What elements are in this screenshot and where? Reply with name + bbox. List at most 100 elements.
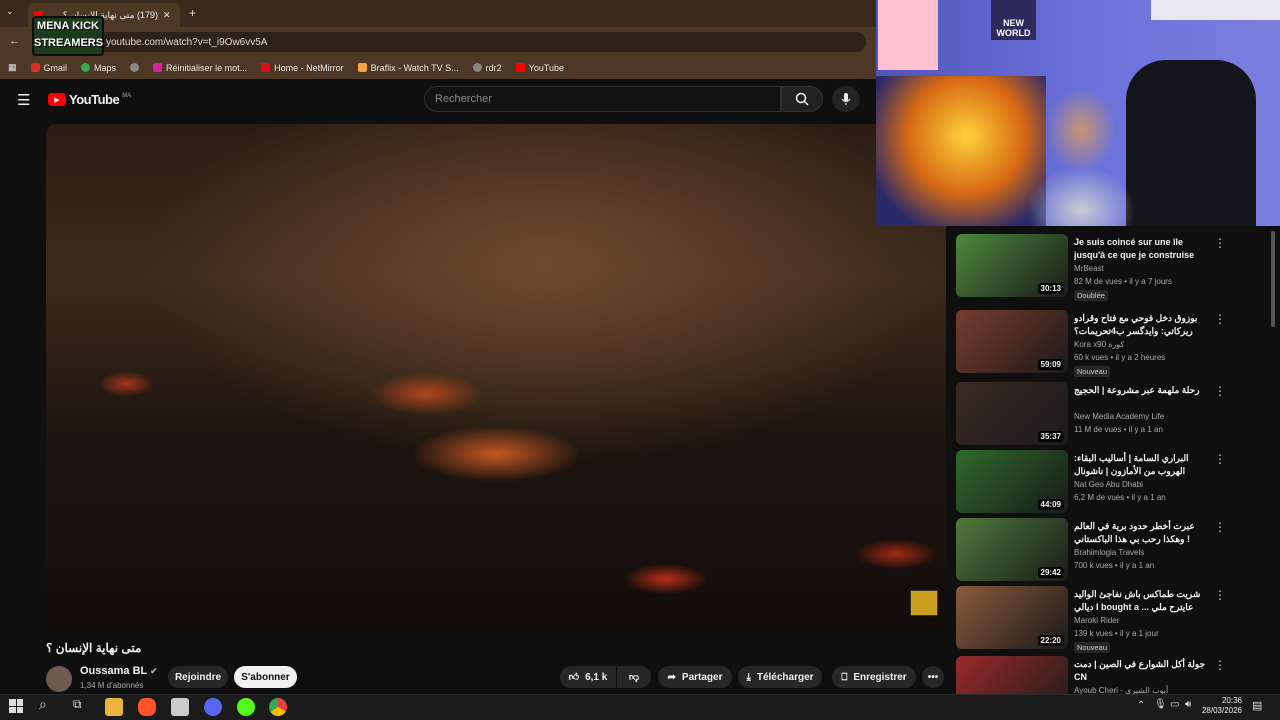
video-meta: 139 k vues • il y a 1 jour [1074, 629, 1159, 638]
video-title[interactable]: عبرت أخطر حدود برية في العالم وهكذا رحب … [1074, 520, 1212, 546]
subscribe-button[interactable]: S'abonner [234, 666, 297, 688]
video-channel[interactable]: Maroki Rider [1074, 616, 1119, 625]
share-button[interactable]: ➦ Partager [658, 666, 732, 688]
url-text: youtube.com/watch?v=t_i9Ow6vv5A [106, 36, 268, 48]
video-channel[interactable]: MrBeast [1074, 264, 1104, 273]
video-badge: Doublée [1074, 290, 1108, 301]
search-input[interactable]: Rechercher [424, 86, 781, 112]
more-vert-icon[interactable]: ⋮ [1214, 236, 1226, 250]
voice-search-button[interactable] [832, 86, 860, 112]
video-duration: 29:42 [1037, 567, 1064, 578]
recommended-video[interactable]: 29:42 عبرت أخطر حدود برية في العالم وهكذا… [956, 518, 1274, 582]
recommended-video[interactable]: 30:13 Je suis coincé sur une île jusqu'à … [956, 234, 1274, 301]
bookmark-instagram[interactable]: Réinitialiser le mot... [153, 63, 247, 73]
channel-name[interactable]: Oussama BL ✔ [80, 665, 158, 677]
back-arrow-icon[interactable]: ← [9, 35, 20, 47]
url-field[interactable]: youtube.com/watch?v=t_i9Ow6vv5A [96, 32, 866, 52]
volume-icon[interactable]: 🔊︎ [1185, 699, 1191, 710]
region-code: MA [122, 92, 132, 99]
video-title[interactable]: رحلة ملهمة عبر مشروعة | الحجيج [1074, 384, 1212, 397]
store-icon[interactable] [171, 698, 189, 716]
apps-grid-icon[interactable]: ▦ [8, 62, 17, 73]
video-meta: 6,2 M de vues • il y a 1 an [1074, 493, 1166, 502]
video-badge: Nouveau [1074, 366, 1111, 377]
thumbs-up-icon: 👍︎ [568, 672, 580, 683]
bookmark-gmail[interactable]: Gmail [30, 63, 67, 73]
video-channel[interactable]: Brahimlogia Travels [1074, 548, 1144, 557]
video-title[interactable]: شريت طماكس باش نفاجئ الواليد ديالي I bou… [1074, 588, 1212, 614]
task-view-icon[interactable]: ⧉ [73, 697, 82, 712]
video-title[interactable]: البراري السامة | أساليب البقاء: الهروب م… [1074, 452, 1212, 478]
video-player[interactable] [46, 124, 946, 632]
bookmark-youtube[interactable]: YouTube [515, 63, 564, 73]
obs-icon[interactable] [237, 698, 255, 716]
close-tab-icon[interactable]: ✕ [163, 10, 171, 21]
recommended-video[interactable]: 22:20 شريت طماكس باش نفاجئ الواليد ديالي … [956, 586, 1274, 653]
bookmark-netmirror[interactable]: Home - NetMirror [261, 63, 344, 73]
more-vert-icon[interactable]: ⋮ [1214, 452, 1226, 466]
video-thumbnail[interactable]: 22:20 [956, 586, 1068, 649]
recommended-video[interactable]: 59:09 بوزوق دخل فوحي مع فتاح وقرادو ريركا… [956, 310, 1274, 377]
video-title[interactable]: جولة أكل الشوارع في الصين | دمت CN [1074, 658, 1212, 684]
dislike-button[interactable]: 👎︎ [617, 666, 651, 688]
video-duration: 30:13 [1037, 283, 1064, 294]
video-thumbnail[interactable]: 59:09 [956, 310, 1068, 373]
bookmark-globe[interactable] [130, 63, 140, 72]
recommended-video[interactable]: 44:09 البراري السامة | أساليب البقاء: اله… [956, 450, 1274, 514]
hamburger-menu-icon[interactable]: ☰ [17, 91, 30, 109]
video-thumbnail[interactable]: 30:13 [956, 234, 1068, 297]
search-button[interactable] [781, 86, 823, 112]
streamer [1006, 60, 1156, 226]
windows-taskbar [0, 694, 1280, 720]
more-vert-icon[interactable]: ⋮ [1214, 384, 1226, 398]
join-button[interactable]: Rejoindre [168, 666, 228, 688]
recommended-video[interactable]: جولة أكل الشوارع في الصين | دمت CN Ayoub … [956, 656, 1274, 694]
video-channel[interactable]: Ayoub Cheri - أيوب الشيري [1074, 686, 1168, 694]
download-button[interactable]: ⤓ Télécharger [738, 666, 822, 688]
network-icon[interactable]: ▭ [1170, 699, 1179, 710]
video-title[interactable]: Je suis coincé sur une île jusqu'à ce qu… [1074, 236, 1212, 262]
video-thumbnail[interactable]: 35:37 [956, 382, 1068, 445]
bookmark-rdr2[interactable]: rdr2 [472, 63, 502, 73]
bookmark-braflix[interactable]: Braflix - Watch TV S... [357, 63, 459, 73]
download-icon: ⤓ [746, 671, 751, 683]
more-actions-button[interactable]: ••• [922, 666, 944, 688]
tray-chevron-icon[interactable]: ⌃ [1137, 700, 1145, 711]
search-taskbar-icon[interactable]: ⌕ [39, 696, 47, 713]
verified-icon: ✔ [150, 666, 158, 676]
more-vert-icon[interactable]: ⋮ [1214, 312, 1226, 326]
sidebar-scrollbar[interactable] [1271, 231, 1275, 327]
brave-browser-icon[interactable] [138, 698, 156, 716]
video-channel[interactable]: New Media Academy Life [1074, 412, 1164, 421]
streamer-webcam: NEW WORLD [876, 0, 1280, 226]
new-tab-icon[interactable]: + [189, 6, 196, 20]
file-explorer-icon[interactable] [105, 698, 123, 716]
recommended-video[interactable]: 35:37 رحلة ملهمة عبر مشروعة | الحجيج New M… [956, 382, 1274, 446]
more-vert-icon[interactable]: ⋮ [1214, 588, 1226, 602]
share-arrow-icon: ➦ [667, 671, 676, 683]
channel-avatar[interactable] [46, 666, 72, 692]
bookmark-maps[interactable]: Maps [81, 63, 116, 73]
video-duration: 35:37 [1037, 431, 1064, 442]
video-title[interactable]: بوزوق دخل فوحي مع فتاح وقرادو ريركاتي: و… [1074, 312, 1212, 338]
microphone-tray-icon[interactable]: 🎙︎ [1154, 699, 1167, 710]
video-thumbnail[interactable]: 29:42 [956, 518, 1068, 581]
video-meta: 60 k vues • il y a 2 heures [1074, 353, 1166, 362]
more-vert-icon[interactable]: ⋮ [1214, 658, 1226, 672]
video-thumbnail[interactable] [956, 656, 1068, 694]
more-vert-icon[interactable]: ⋮ [1214, 520, 1226, 534]
video-thumbnail[interactable]: 44:09 [956, 450, 1068, 513]
discord-icon[interactable] [204, 698, 222, 716]
chrome-icon[interactable] [269, 698, 287, 716]
channel-watermark[interactable] [910, 590, 938, 616]
like-button[interactable]: 👍︎ 6,1 k [560, 666, 616, 688]
video-channel[interactable]: Kora x90 كورة [1074, 340, 1124, 349]
youtube-logo[interactable]: ▶ YouTube MA [48, 92, 131, 107]
video-channel[interactable]: Nat Geo Abu Dhabi [1074, 480, 1143, 489]
more-dots-icon: ••• [927, 671, 939, 683]
windows-start-icon[interactable] [9, 699, 23, 713]
notification-icon[interactable]: ▤ [1252, 699, 1262, 712]
taskbar-clock[interactable]: 20:36 28/03/2026 [1200, 696, 1242, 716]
tab-list-icon[interactable]: ⌄ [6, 6, 14, 17]
save-button[interactable]: ⎕ Enregistrer [832, 666, 916, 688]
